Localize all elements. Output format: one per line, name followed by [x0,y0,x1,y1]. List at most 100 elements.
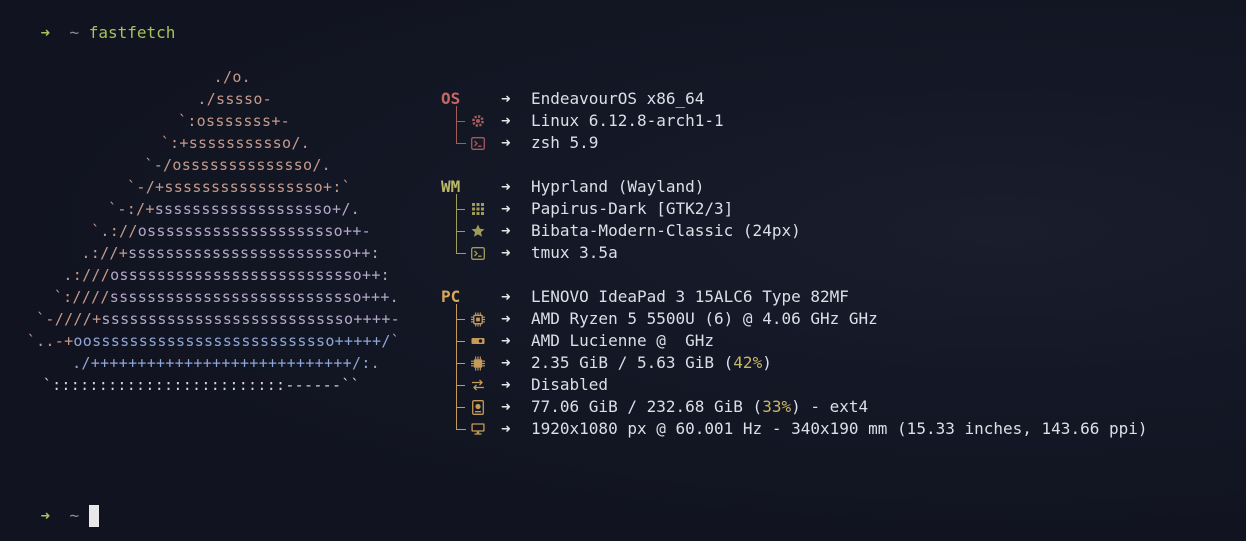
logo-line: `:+sssssssssso/. [161,132,310,154]
input-prompt[interactable]: ➜ ~ [2,483,99,527]
arrow-icon: ➜ [501,177,511,196]
arrow-icon: ➜ [501,375,511,394]
info-value-text: 77.06 GiB / 232.68 GiB ( [531,397,763,416]
logo-line: .:///ossssssssssssssssssssssssso++: [63,264,390,286]
logo-segment: `:osssssss+- [178,112,290,130]
info-value: AMD Ryzen 5 5500U (6) @ 4.06 GHz GHz [531,308,878,330]
logo-segment: `..-+ [26,332,74,350]
info-value: Papirus-Dark [GTK2/3] [531,198,733,220]
command-text: fastfetch [88,23,176,42]
logo-segment: sssssssssssssssssssssssssso+++. [109,288,399,306]
logo-segment: ./o. [213,68,251,86]
disk-icon [471,399,485,415]
prompt-arrow-icon: ➜ [40,506,51,525]
arrow-icon: ➜ [501,89,511,108]
tree-connector [456,194,466,254]
info-value-text: Bibata-Modern-Classic (24px) [531,221,801,240]
arrow-icon: ➜ [501,397,511,416]
arrow-icon: ➜ [501,419,511,438]
arrow-icon: ➜ [501,199,511,218]
grid-icon [471,202,485,216]
logo-segment: `:+sssssssssso/. [160,134,310,152]
info-value-text: zsh 5.9 [531,133,599,152]
logo-segment: sssssssssssssssssssssssssso++++- [101,310,400,328]
info-value-text: Papirus-Dark [GTK2/3] [531,199,734,218]
logo-line: `-:/+sssssssssssssssssso+/. [108,198,360,220]
logo-line: `-/ossssssssssssso/. [144,154,331,176]
info-value: 2.35 GiB / 5.63 GiB (42%) [531,352,772,374]
tree-branch [456,231,465,232]
logo-segment: `-/+sssssssssssssssso+:` [127,178,351,196]
tree-branch [456,121,465,122]
info-value-text: Disabled [531,375,609,394]
logo-line: ./o. [214,66,251,88]
info-value: tmux 3.5a [531,242,618,264]
logo-segment: ./sssso- [197,90,272,108]
tree-branch [456,209,465,210]
arrow-icon: ➜ [501,243,511,262]
logo-segment: `-:/+ [108,200,155,218]
prompt-dir: ~ [69,506,80,525]
swap-icon [471,378,485,392]
logo-segment: oossssssssssssssssssssssssso+++++/` [73,332,400,350]
tree-branch [456,341,465,342]
gear-icon [471,114,485,128]
logo-segment: `:::::::::::::::::::::::::------`` [42,376,360,394]
prompt-dir: ~ [69,23,80,42]
section-main-value: LENOVO IdeaPad 3 15ALC6 Type 82MF [531,287,849,306]
logo-segment: `.:// [91,222,138,240]
gpu-icon [471,334,485,348]
info-value: 1920x1080 px @ 60.001 Hz - 340x190 mm (1… [531,418,1148,440]
logo-segment: osssssssssssssssssssso++- [137,222,371,240]
star-icon [471,224,485,238]
logo-segment: `-////+ [36,310,102,328]
arrow-icon: ➜ [501,353,511,372]
info-value-text: 1920x1080 px @ 60.001 Hz - 340x190 mm (1… [531,419,1148,438]
info-value: zsh 5.9 [531,132,598,154]
info-value-text: Linux 6.12.8-arch1-1 [531,111,724,130]
logo-segment: ./++++++++++++++++++++++++++++/:. [72,354,380,372]
logo-segment: `-/ossssssssssssso/. [144,156,331,174]
logo-line: `:::::::::::::::::::::::::------`` [43,374,360,396]
tree-branch [456,407,465,408]
tree-connector [456,106,466,144]
terminal-window: ➜ ~ fastfetch ./o. ./sssso- `:osssssss+- `:… [0,0,1246,541]
usage-percent: 33% [762,397,792,416]
arrow-icon: ➜ [501,309,511,328]
logo-segment: .://+ [81,244,129,262]
section-main-value: EndeavourOS x86_64 [531,89,705,108]
usage-percent: 42% [733,353,763,372]
terminal-icon [471,136,485,150]
logo-line: `-////+sssssssssssssssssssssssssso++++- [36,308,400,330]
terminal-icon [471,246,485,260]
logo-line: ./sssso- [197,88,272,110]
info-value-text: tmux 3.5a [531,243,618,262]
info-value: 77.06 GiB / 232.68 GiB (33%) - ext4 [531,396,868,418]
info-value-text: AMD Ryzen 5 5500U (6) @ 4.06 GHz GHz [531,309,878,328]
logo-line: `.://osssssssssssssssssssso++- [91,220,371,242]
info-value-text: AMD Lucienne @ GHz [531,331,715,350]
tree-branch [456,385,465,386]
info-value: AMD Lucienne @ GHz [531,330,714,352]
prompt-arrow-icon: ➜ [40,23,51,42]
logo-segment: `://// [53,288,110,306]
monitor-icon [471,422,485,436]
arrow-icon: ➜ [501,331,511,350]
logo-line: `:osssssss+- [178,110,290,132]
arrow-icon: ➜ [501,287,511,306]
info-value-suffix: ) - ext4 [791,397,869,416]
info-value-text: 2.35 GiB / 5.63 GiB ( [531,353,734,372]
logo-segment: ssssssssssssssssssssssso++: [128,244,380,262]
logo-line: .://+ssssssssssssssssssssssso++: [81,242,380,264]
logo-line: `:////sssssssssssssssssssssssssso+++. [54,286,399,308]
logo-segment: sssssssssssssssssso+/. [154,200,360,218]
text-cursor [88,505,99,527]
tree-connector [456,304,466,430]
arrow-icon: ➜ [501,111,511,130]
tree-branch [456,363,465,364]
tree-branch [456,319,465,320]
logo-line: ./++++++++++++++++++++++++++++/:. [72,352,380,374]
arrow-icon: ➜ [501,221,511,240]
logo-line: `..-+oossssssssssssssssssssssssso+++++/` [27,330,400,352]
info-value: Linux 6.12.8-arch1-1 [531,110,724,132]
